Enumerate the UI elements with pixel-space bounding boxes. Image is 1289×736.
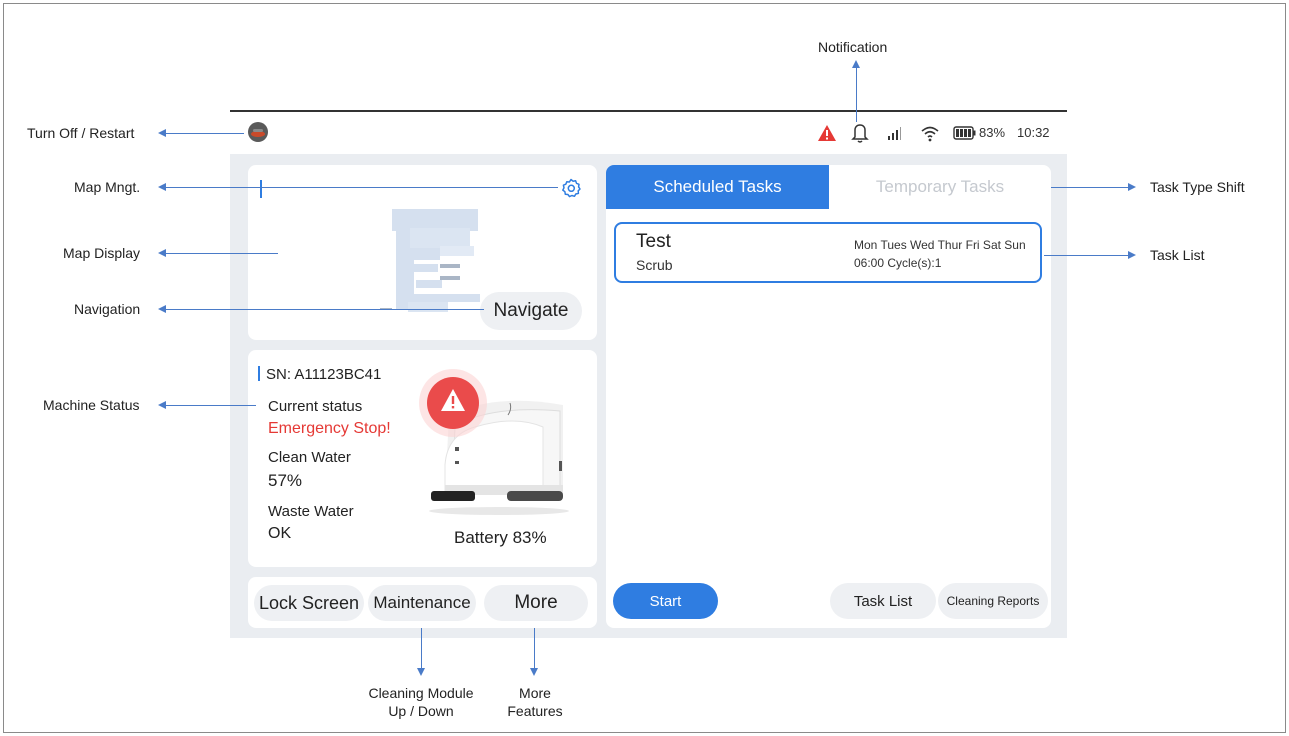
annotation-more-features-line1: More [519,685,551,701]
annotation-arrow-turn-off [158,129,166,137]
annotation-task-list: Task List [1150,247,1205,263]
annotation-line-cleaning-module [421,628,422,668]
tab-temporary-tasks[interactable]: Temporary Tasks [829,165,1051,209]
status-bar: 83% 10:32 [230,112,1067,154]
battery-icon [953,126,977,140]
task-name: Test [636,231,671,252]
waste-water-value: OK [268,525,292,542]
annotation-map-mngt: Map Mngt. [74,179,141,195]
task-mode: Scrub [636,257,673,273]
robot-image [415,365,575,525]
annotation-line-machine-status [166,405,256,406]
annotation-cleaning-module-line2: Up / Down [388,703,454,719]
task-list-item[interactable]: Test Scrub Mon Tues Wed Thur Fri Sat Sun… [614,222,1042,283]
waste-water-label: Waste Water [268,503,354,520]
current-status-label: Current status [268,398,363,415]
annotation-notification: Notification [818,39,888,55]
warning-icon[interactable] [817,124,837,142]
serial-number-text: SN: A11123BC41 [266,366,382,383]
clean-water-label: Clean Water [268,449,351,466]
annotation-line-more-features [534,628,535,668]
annotation-navigation: Navigation [74,301,141,317]
map-display[interactable] [380,206,480,316]
annotation-arrow-machine-status [158,401,166,409]
navigate-button[interactable]: Navigate [480,292,582,330]
serial-number: SN: A11123BC41 [258,366,381,383]
battery-percent: 83% [979,125,1006,140]
annotation-arrow-more-features [530,668,538,676]
annotation-turn-off: Turn Off / Restart [27,125,135,141]
annotation-arrow-map-mngt [158,183,166,191]
lock-screen-button[interactable]: Lock Screen [254,585,364,621]
cleaning-reports-button[interactable]: Cleaning Reports [938,583,1048,619]
annotation-arrow-map-display [158,249,166,257]
annotation-machine-status: Machine Status [43,397,140,413]
task-schedule: 06:00 Cycle(s):1 [854,256,942,270]
annotation-more-features-line2: Features [507,703,563,719]
gear-icon[interactable] [561,178,581,198]
current-status-value: Emergency Stop! [268,420,391,437]
annotation-line-notification [856,68,857,122]
tab-scheduled-tasks[interactable]: Scheduled Tasks [606,165,829,209]
more-button[interactable]: More [484,585,588,621]
annotation-line-map-display [166,253,278,254]
sn-accent [258,366,260,381]
annotation-task-type-shift: Task Type Shift [1150,179,1245,195]
annotation-arrow-task-list [1128,251,1136,259]
annotation-arrow-notification [852,60,860,68]
start-button[interactable]: Start [613,583,718,619]
annotation-arrow-navigation [158,305,166,313]
annotation-cleaning-module: Cleaning Module Up / Down [360,684,482,720]
annotation-more-features: More Features [500,684,570,720]
annotation-arrow-task-type [1128,183,1136,191]
clock: 10:32 [1017,125,1050,140]
annotation-line-map-mngt [166,187,558,188]
avatar-icon[interactable] [248,122,268,142]
maintenance-button[interactable]: Maintenance [368,585,476,621]
wifi-icon [920,124,940,142]
annotation-line-navigation [166,309,484,310]
map-panel-accent [260,180,262,198]
battery-status: Battery 83% [454,528,547,547]
annotation-arrow-cleaning-module [417,668,425,676]
bell-icon[interactable] [851,122,869,144]
signal-icon [887,125,903,141]
annotation-line-turn-off [166,133,244,134]
annotation-line-task-type [1051,187,1128,188]
annotation-cleaning-module-line1: Cleaning Module [368,685,474,701]
task-list-button[interactable]: Task List [830,583,936,619]
clean-water-value: 57% [268,471,303,490]
annotation-line-task-list [1044,255,1128,256]
annotation-map-display: Map Display [63,245,141,261]
task-days: Mon Tues Wed Thur Fri Sat Sun [854,238,1026,252]
